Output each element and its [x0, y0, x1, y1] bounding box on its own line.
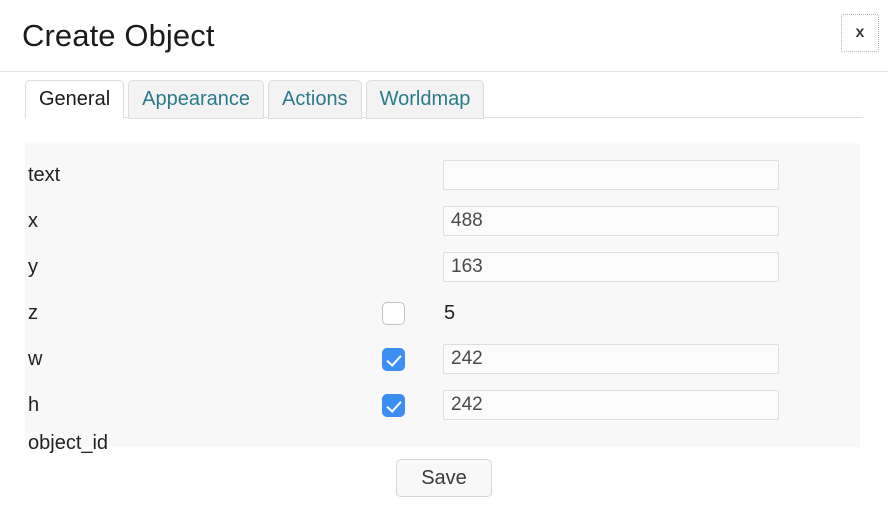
- tab-actions[interactable]: Actions: [268, 80, 362, 119]
- field-label-y: y: [28, 256, 38, 278]
- tab-list: General Appearance Actions Worldmap: [25, 79, 485, 119]
- field-row-x: x: [25, 206, 860, 236]
- value-z: 5: [444, 302, 456, 324]
- input-h[interactable]: [443, 390, 779, 420]
- field-row-z: z5: [25, 298, 860, 328]
- tab-appearance[interactable]: Appearance: [128, 80, 265, 119]
- field-row-text: text: [25, 160, 860, 190]
- input-x[interactable]: [443, 206, 779, 236]
- save-button[interactable]: Save: [396, 459, 492, 497]
- field-row-h: h: [25, 390, 860, 420]
- checkbox-w[interactable]: [382, 348, 405, 371]
- create-object-dialog: Create Object x General Appearance Actions…: [0, 0, 888, 516]
- input-w[interactable]: [443, 344, 779, 374]
- field-label-h: h: [28, 394, 40, 416]
- page-title: Create Object: [22, 18, 215, 53]
- dialog-footer: Save: [0, 450, 888, 516]
- general-tab-panel: textxyz5whobject_id: [25, 143, 860, 454]
- field-label-x: x: [28, 210, 38, 232]
- tab-bar: General Appearance Actions Worldmap: [25, 72, 863, 119]
- dialog-header: Create Object x: [0, 0, 888, 72]
- close-icon[interactable]: x: [841, 14, 879, 52]
- checkbox-h[interactable]: [382, 394, 405, 417]
- tab-general[interactable]: General: [25, 80, 125, 119]
- input-y[interactable]: [443, 252, 779, 282]
- checkbox-z[interactable]: [382, 302, 405, 325]
- field-row-y: y: [25, 252, 860, 282]
- field-label-w: w: [28, 348, 43, 370]
- field-label-text: text: [28, 164, 61, 186]
- field-label-z: z: [28, 302, 38, 324]
- field-row-w: w: [25, 344, 860, 374]
- input-text[interactable]: [443, 160, 779, 190]
- tab-worldmap[interactable]: Worldmap: [365, 80, 485, 119]
